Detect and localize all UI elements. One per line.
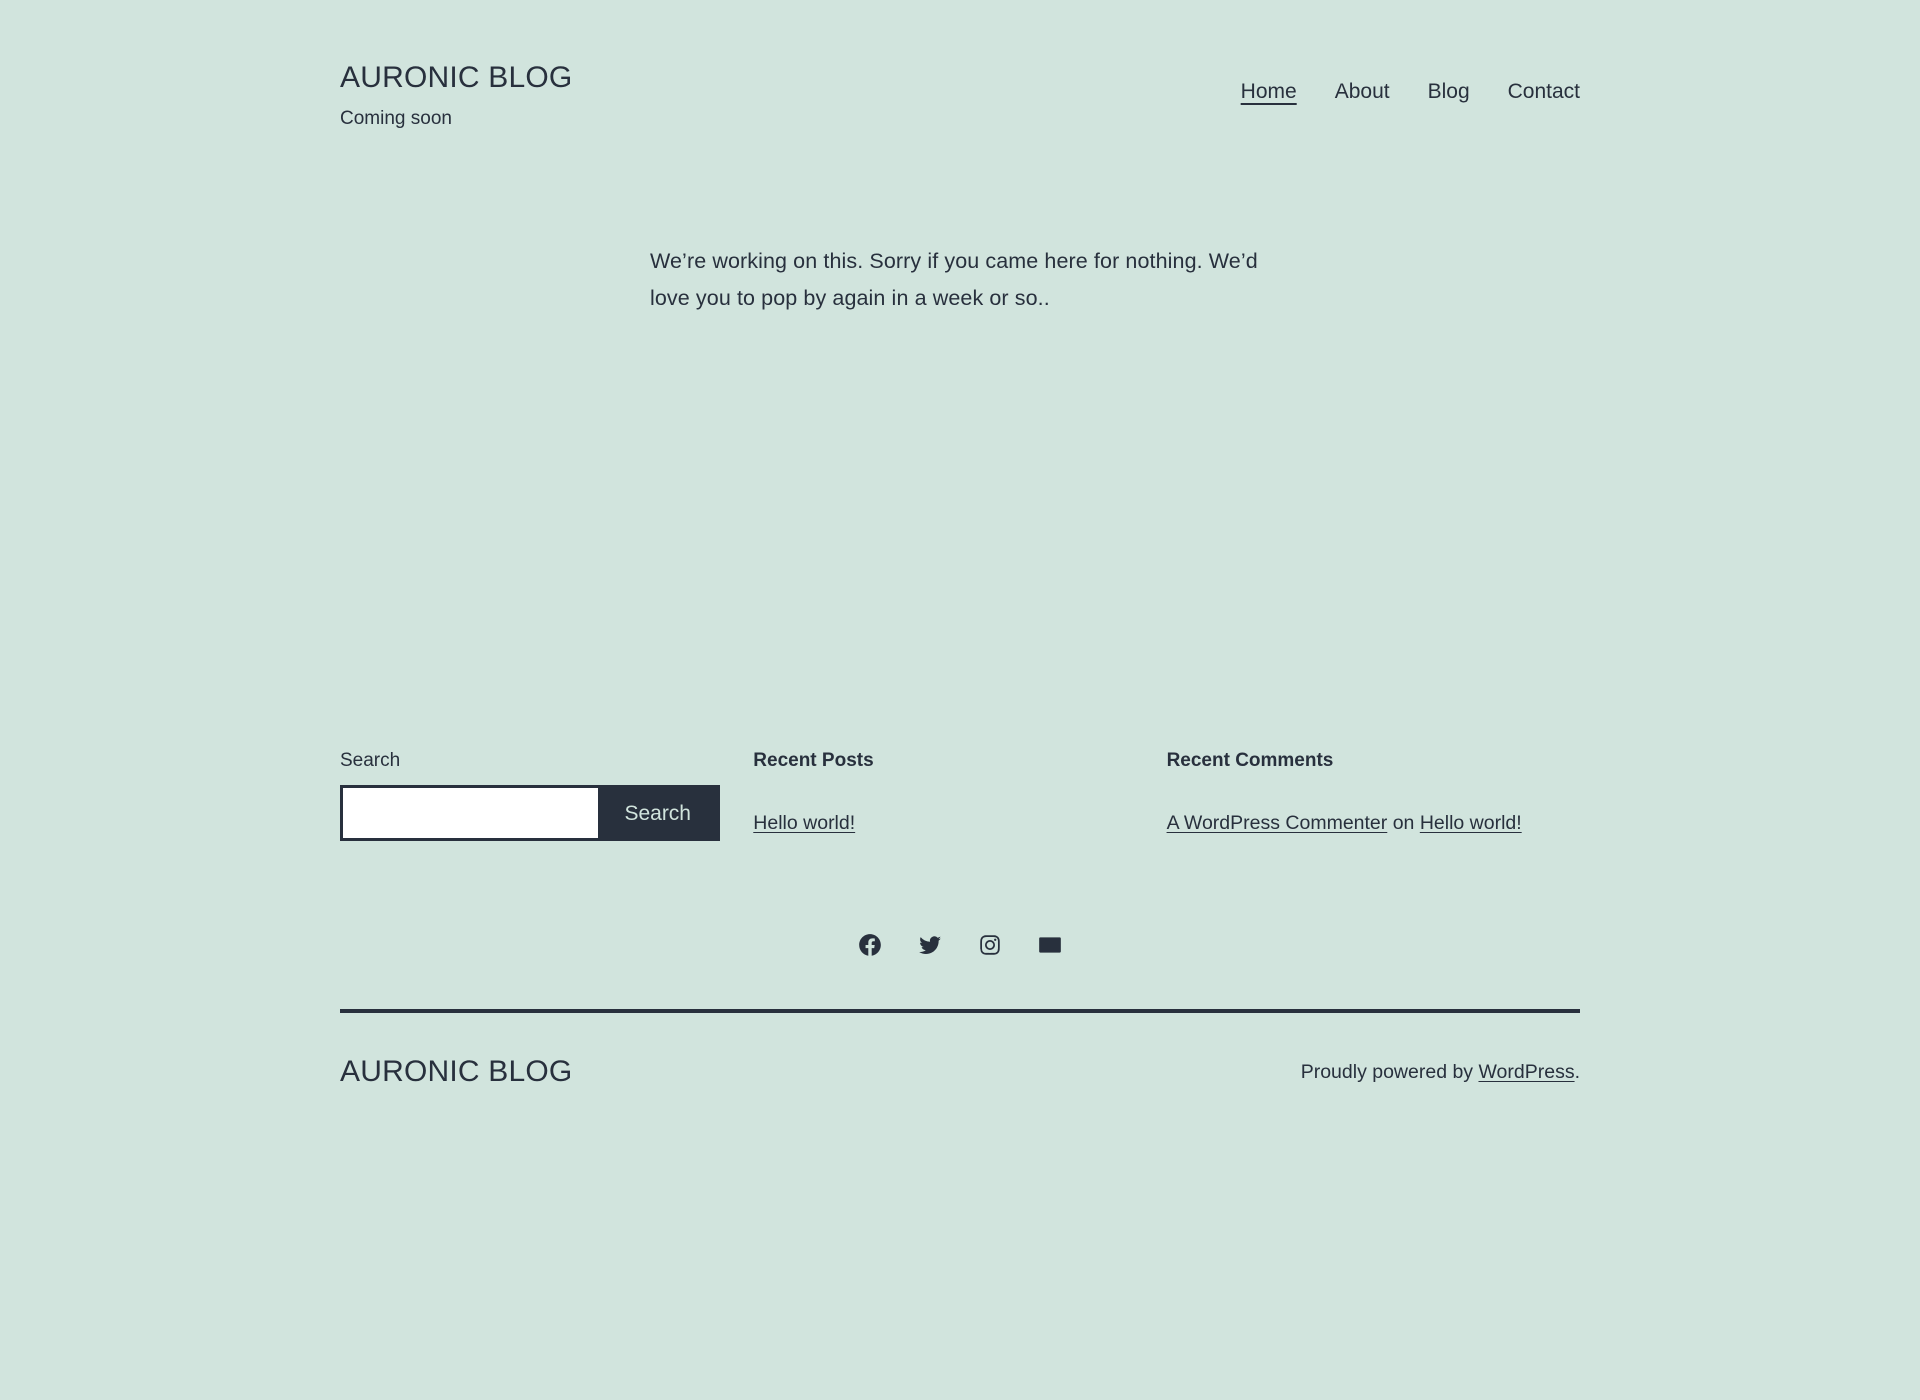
widget-search: Search Search <box>340 748 753 842</box>
nav-link-about[interactable]: About <box>1335 78 1390 108</box>
comment-author-link[interactable]: A WordPress Commenter <box>1167 812 1388 834</box>
site-title[interactable]: AURONIC BLOG <box>340 60 572 96</box>
content-wrapper: AURONIC BLOG Coming soon Home About Blog… <box>340 0 1580 1089</box>
widget-recent-posts: Recent Posts Hello world! <box>753 748 1166 850</box>
search-form[interactable]: Search <box>340 785 720 842</box>
nav-list: Home About Blog Contact <box>1241 78 1580 108</box>
site-branding: AURONIC BLOG Coming soon <box>340 60 572 133</box>
instagram-link[interactable] <box>974 929 1006 961</box>
page-root: AURONIC BLOG Coming soon Home About Blog… <box>0 0 1920 1400</box>
widget-recent-comments: Recent Comments A WordPress Commenter on… <box>1167 748 1580 850</box>
mail-link[interactable] <box>1034 929 1066 961</box>
footer-credit: Proudly powered by WordPress. <box>1301 1058 1580 1087</box>
footer-site-title: AURONIC BLOG <box>340 1055 573 1089</box>
nav-item-about[interactable]: About <box>1335 78 1390 108</box>
nav-link-contact[interactable]: Contact <box>1508 78 1580 108</box>
search-submit-button[interactable]: Search <box>598 788 717 839</box>
recent-posts-title: Recent Posts <box>753 749 874 771</box>
main-content: We’re working on this. Sorry if you came… <box>340 243 1580 543</box>
credit-prefix-text: Proudly powered by <box>1300 1060 1479 1083</box>
facebook-icon <box>857 932 883 958</box>
list-item[interactable]: Hello world! <box>753 808 1126 839</box>
nav-item-contact[interactable]: Contact <box>1508 78 1580 108</box>
nav-link-home[interactable]: Home <box>1241 78 1297 108</box>
twitter-link[interactable] <box>914 929 946 961</box>
mail-icon <box>1037 932 1063 958</box>
coming-soon-message: We’re working on this. Sorry if you came… <box>650 248 1258 311</box>
wordpress-link[interactable]: WordPress <box>1478 1061 1574 1083</box>
nav-item-home[interactable]: Home <box>1241 78 1297 108</box>
facebook-link[interactable] <box>854 929 886 961</box>
nav-link-blog[interactable]: Blog <box>1428 78 1470 108</box>
credit-suffix-text: . <box>1574 1060 1580 1083</box>
recent-post-link[interactable]: Hello world! <box>753 812 855 834</box>
comment-connector: on <box>1387 812 1420 835</box>
site-tagline: Coming soon <box>340 108 452 129</box>
instagram-icon <box>977 932 1003 958</box>
social-links[interactable] <box>340 929 1580 961</box>
search-input[interactable] <box>343 788 599 839</box>
comment-post-link[interactable]: Hello world! <box>1420 812 1522 834</box>
recent-comments-title: Recent Comments <box>1166 749 1334 771</box>
list-item: A WordPress Commenter on Hello world! <box>1167 808 1540 839</box>
search-label: Search <box>340 749 401 771</box>
recent-comments-list: A WordPress Commenter on Hello world! <box>1167 808 1540 839</box>
site-header: AURONIC BLOG Coming soon Home About Blog… <box>340 0 1580 133</box>
primary-navigation[interactable]: Home About Blog Contact <box>1241 60 1580 108</box>
recent-posts-list: Hello world! <box>753 808 1126 839</box>
site-footer: AURONIC BLOG Proudly powered by WordPres… <box>340 1009 1580 1089</box>
nav-item-blog[interactable]: Blog <box>1428 78 1470 108</box>
footer-widget-area: Search Search Recent Posts Hello world! … <box>340 748 1580 850</box>
entry-content: We’re working on this. Sorry if you came… <box>340 243 1580 318</box>
twitter-icon <box>917 932 943 958</box>
